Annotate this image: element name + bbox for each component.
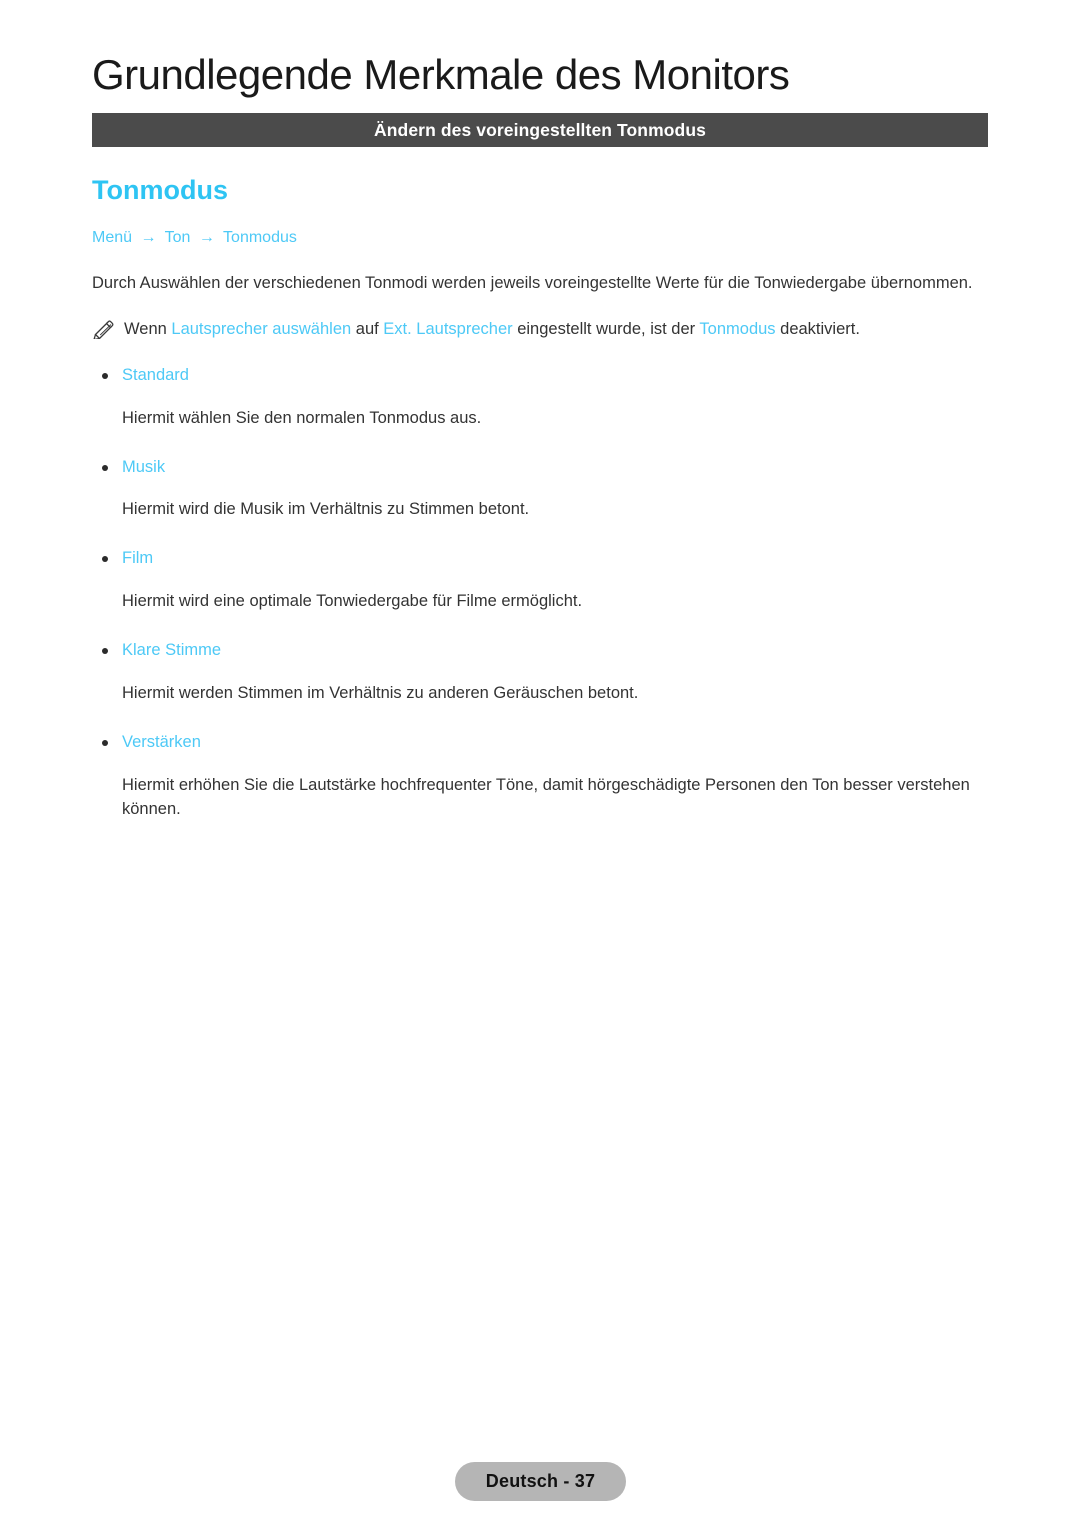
option-label-text: Film	[122, 549, 154, 568]
bullet-icon	[102, 464, 108, 471]
note-text-4: deaktiviert.	[775, 319, 860, 338]
sound-mode-option-list: Standard Hiermit wählen Sie den normalen…	[92, 364, 988, 822]
breadcrumb-item-ton: Ton	[164, 229, 191, 247]
option-label-klare-stimme: Klare Stimme	[92, 639, 988, 663]
manual-page: Grundlegende Merkmale des Monitors Änder…	[0, 0, 1080, 1534]
note-link-tonmodus: Tonmodus	[699, 319, 776, 338]
feature-heading: Tonmodus	[92, 175, 228, 205]
breadcrumb-arrow-icon: →	[140, 229, 157, 247]
list-item: Klare Stimme Hiermit werden Stimmen im V…	[92, 639, 988, 706]
bullet-icon	[102, 648, 108, 655]
note-link-ext-lautsprecher: Ext. Lautsprecher	[383, 319, 513, 338]
breadcrumb: Menü → Ton → Tonmodus	[92, 228, 988, 249]
option-label-text: Standard	[122, 365, 189, 384]
note-text-3: eingestellt wurde, ist der	[512, 319, 700, 338]
option-description-standard: Hiermit wählen Sie den normalen Tonmodus…	[122, 408, 482, 427]
pencil-note-icon	[92, 319, 116, 341]
section-title-bar: Ändern des voreingestellten Tonmodus	[92, 113, 988, 147]
note-text-2: auf	[351, 319, 384, 338]
list-item: Verstärken Hiermit erhöhen Sie die Lauts…	[92, 731, 988, 822]
option-description-klare-stimme: Hiermit werden Stimmen im Verhältnis zu …	[122, 684, 639, 703]
page-number-label: Deutsch - 37	[485, 1471, 596, 1491]
option-label-film: Film	[92, 547, 988, 571]
section-title-label: Ändern des voreingestellten Tonmodus	[374, 119, 706, 140]
intro-paragraph: Durch Auswählen der verschiedenen Tonmod…	[92, 273, 973, 292]
chapter-title: Grundlegende Merkmale des Monitors	[92, 51, 790, 98]
option-label-musik: Musik	[92, 456, 988, 480]
note-line: Wenn Lautsprecher auswählen auf Ext. Lau…	[92, 318, 988, 342]
bullet-icon	[102, 372, 108, 379]
option-description-verstaerken: Hiermit erhöhen Sie die Lautstärke hochf…	[122, 775, 970, 818]
bullet-icon	[102, 556, 108, 563]
list-item: Standard Hiermit wählen Sie den normalen…	[92, 364, 988, 431]
note-text-1: Wenn	[124, 319, 172, 338]
option-label-standard: Standard	[92, 364, 988, 388]
bullet-icon	[102, 740, 108, 747]
option-label-text: Verstärken	[122, 733, 201, 752]
option-description-film: Hiermit wird eine optimale Tonwiedergabe…	[122, 592, 583, 611]
breadcrumb-arrow-icon: →	[198, 229, 215, 247]
option-label-text: Klare Stimme	[122, 641, 222, 660]
option-description-musik: Hiermit wird die Musik im Verhältnis zu …	[122, 500, 530, 519]
option-label-verstaerken: Verstärken	[92, 731, 988, 755]
list-item: Film Hiermit wird eine optimale Tonwiede…	[92, 547, 988, 614]
option-label-text: Musik	[122, 457, 166, 476]
note-link-lautsprecher-auswaehlen: Lautsprecher auswählen	[171, 319, 352, 338]
breadcrumb-item-tonmodus: Tonmodus	[223, 229, 297, 247]
list-item: Musik Hiermit wird die Musik im Verhältn…	[92, 456, 988, 523]
breadcrumb-item-menu: Menü	[92, 229, 133, 247]
page-content: Tonmodus Menü → Ton → Tonmodus Durch Aus…	[92, 175, 988, 847]
page-number-badge: Deutsch - 37	[455, 1462, 626, 1501]
